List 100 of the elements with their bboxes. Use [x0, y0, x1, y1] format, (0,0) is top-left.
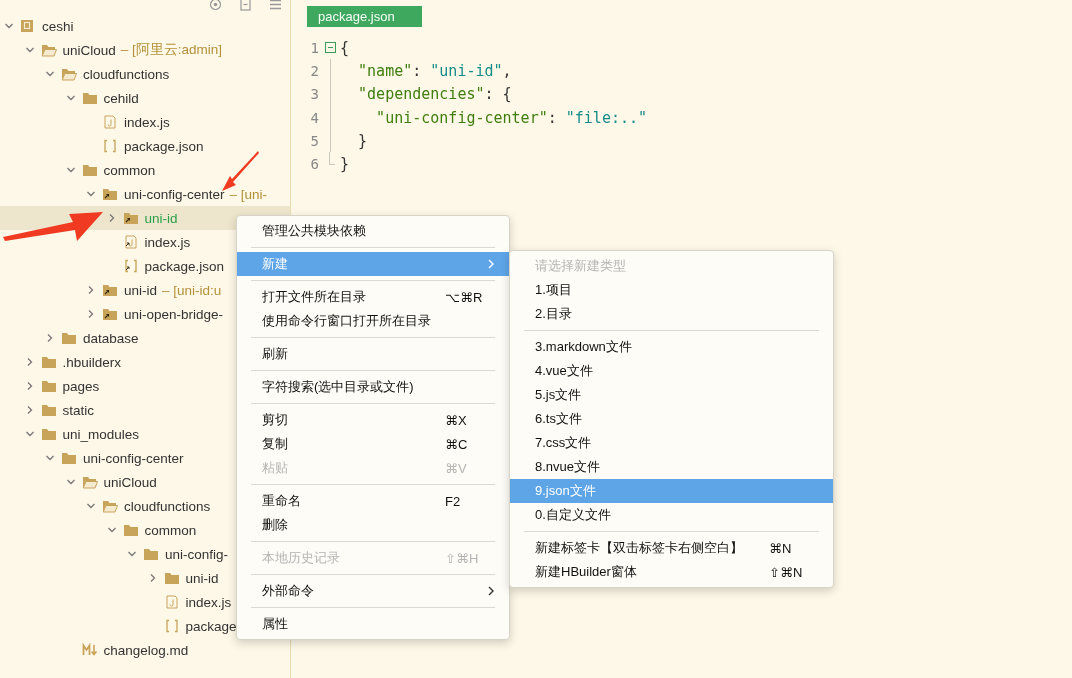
folder-icon: [81, 163, 98, 177]
tree-item[interactable]: ceshi: [0, 14, 290, 38]
tree-item-label: changelog.md: [103, 642, 189, 658]
target-icon[interactable]: [209, 0, 222, 11]
collapse-icon[interactable]: [239, 0, 252, 11]
chevron-icon[interactable]: [127, 549, 137, 559]
chevron-icon[interactable]: [45, 453, 55, 463]
tree-item[interactable]: cloudfunctions: [0, 62, 290, 86]
tree-item[interactable]: uni-config-center – [uni-: [0, 182, 290, 206]
tree-item-label: package.json: [124, 138, 204, 154]
menu-item[interactable]: 1.项目: [510, 278, 833, 302]
menu-item[interactable]: 外部命令: [237, 579, 509, 603]
menu-item-label: 打开文件所在目录: [262, 289, 366, 304]
tree-item[interactable]: index.js: [0, 110, 290, 134]
menu-item[interactable]: 新建标签卡【双击标签卡右侧空白】 ⌘N: [510, 536, 833, 560]
tree-item-label: uni-open-bridge-: [124, 306, 224, 322]
menu-item-label: 属性: [262, 616, 288, 631]
folder-icon: [81, 91, 98, 105]
menu-item[interactable]: 复制 ⌘C: [237, 432, 509, 456]
menu-item-label: 使用命令行窗口打开所在目录: [262, 313, 431, 328]
menu-item-label: 本地历史记录: [262, 550, 340, 565]
menu-item[interactable]: 5.js文件: [510, 383, 833, 407]
tree-item-label: index.js: [124, 114, 170, 130]
tree-item-label: package: [185, 618, 237, 634]
fold-icon[interactable]: [324, 42, 336, 54]
chevron-icon[interactable]: [86, 189, 96, 199]
tree-item-label: cloudfunctions: [83, 66, 170, 82]
chevron-icon[interactable]: [65, 477, 76, 487]
brackets-icon: [163, 619, 180, 633]
chevron-icon[interactable]: [86, 285, 96, 295]
menu-item-label: 删除: [262, 517, 288, 532]
chevron-icon[interactable]: [86, 309, 96, 319]
tree-item[interactable]: changelog.md: [0, 638, 290, 662]
menu-item-label: 剪切: [262, 412, 288, 427]
chevron-icon[interactable]: [45, 69, 55, 79]
tree-item-label: uni-config-: [165, 546, 229, 562]
chevron-icon[interactable]: [24, 429, 35, 439]
tree-item-label: uni-config-center: [124, 186, 225, 202]
markdown-icon: [81, 643, 98, 657]
chevron-icon[interactable]: [86, 501, 96, 511]
folder-icon: [40, 379, 57, 393]
linked-folder-icon: [102, 283, 118, 297]
tree-item[interactable]: cehild: [0, 86, 290, 110]
chevron-icon[interactable]: [45, 333, 55, 343]
open-folder-icon: [102, 499, 118, 513]
tree-item-label: cehild: [103, 90, 139, 106]
menu-item[interactable]: 0.自定义文件: [510, 503, 833, 527]
menu-item[interactable]: 剪切 ⌘X: [237, 408, 509, 432]
folder-icon: [61, 331, 77, 345]
menu-item[interactable]: 字符搜索(选中目录或文件): [237, 375, 509, 399]
menu-item-label: 字符搜索(选中目录或文件): [262, 379, 414, 394]
menu-item[interactable]: 6.ts文件: [510, 407, 833, 431]
menu-item-label: 外部命令: [262, 583, 314, 598]
file-icon: [102, 115, 118, 129]
chevron-icon[interactable]: [24, 45, 35, 55]
menu-item[interactable]: 使用命令行窗口打开所在目录: [237, 309, 509, 333]
brackets-icon: [102, 139, 118, 153]
file-icon: [163, 595, 180, 609]
code-line: "uni-config-center": "file:..": [375, 108, 648, 127]
menu-icon[interactable]: [269, 0, 282, 11]
chevron-icon[interactable]: [106, 525, 117, 535]
code-line: "name": "uni-id",: [357, 61, 512, 80]
tree-item-label: index.js: [185, 594, 232, 610]
linked-folder-icon: [122, 211, 139, 225]
folder-icon: [40, 403, 57, 417]
code-line: }: [340, 155, 350, 174]
chevron-icon[interactable]: [65, 165, 76, 175]
line-number: 1: [309, 39, 319, 56]
menu-item[interactable]: 打开文件所在目录 ⌥⌘R: [237, 285, 509, 309]
folder-icon: [40, 355, 57, 369]
menu-item[interactable]: 3.markdown文件: [510, 335, 833, 359]
menu-item-label: 复制: [262, 436, 288, 451]
tree-item-label: cloudfunctions: [124, 498, 211, 514]
line-number: 3: [309, 86, 319, 103]
menu-item[interactable]: 属性: [237, 612, 509, 636]
menu-item-label: 刷新: [262, 346, 288, 361]
line-number: 4: [309, 109, 319, 126]
tree-item-label: pages: [62, 378, 100, 394]
tree-item[interactable]: uniCloud – [阿里云:admin]: [0, 38, 290, 62]
menu-item[interactable]: 8.nvue文件: [510, 455, 833, 479]
menu-item[interactable]: 新建HBuilder窗体 ⇧⌘N: [510, 560, 833, 584]
code-line: }: [357, 131, 368, 150]
tree-item[interactable]: common: [0, 158, 290, 182]
menu-item[interactable]: 重命名 F2: [237, 489, 509, 513]
folder-icon: [40, 427, 57, 441]
tree-item[interactable]: package.json: [0, 134, 290, 158]
tree-item-tag: – [uni-id:u: [162, 282, 222, 298]
menu-item[interactable]: 删除: [237, 513, 509, 537]
tree-item-label: uniCloud: [62, 42, 116, 58]
menu-item-label: 重命名: [262, 493, 301, 508]
tree-item-tag: – [阿里云:admin]: [120, 41, 223, 59]
code-line: "dependencies": {: [357, 85, 512, 104]
menu-item[interactable]: 2.目录: [510, 302, 833, 326]
menu-item[interactable]: 7.css文件: [510, 431, 833, 455]
tree-item-label: ceshi: [42, 18, 74, 34]
menu-item[interactable]: 刷新: [237, 342, 509, 366]
folder-icon: [163, 571, 180, 585]
chevron-icon[interactable]: [65, 93, 76, 103]
chevron-icon[interactable]: [4, 21, 14, 31]
menu-item[interactable]: 4.vue文件: [510, 359, 833, 383]
